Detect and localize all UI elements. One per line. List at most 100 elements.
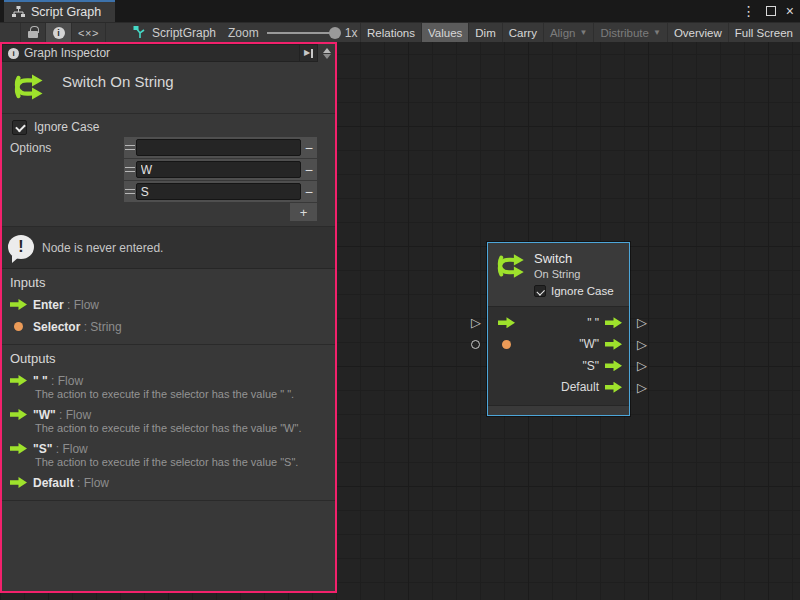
- inspector-toggle-button[interactable]: i: [46, 23, 72, 42]
- graph-canvas[interactable]: Switch On String Ignore Case ▷" "▷"W"▷"S…: [0, 42, 800, 600]
- outer-flow-connector-icon[interactable]: ▷: [637, 359, 647, 372]
- view-buttons: RelationsValuesDimCarryAlign▼Distribute▼…: [360, 23, 799, 42]
- toolbar-button-distribute[interactable]: Distribute▼: [593, 23, 667, 42]
- remove-option-button[interactable]: −: [301, 137, 317, 158]
- dropdown-arrow-icon: ▼: [653, 28, 661, 37]
- window-close-icon[interactable]: ×: [786, 3, 794, 19]
- value-port-icon: [14, 322, 23, 331]
- window-tab-bar: Script Graph ⋮ ×: [0, 0, 800, 22]
- port-type: : Flow: [48, 374, 83, 388]
- warning-icon: !: [8, 235, 35, 261]
- node-footer[interactable]: [488, 405, 629, 415]
- drag-handle[interactable]: [124, 137, 136, 158]
- info-icon: i: [53, 27, 65, 39]
- collapse-spinner[interactable]: [318, 44, 335, 62]
- drag-handle-icon: [125, 189, 135, 194]
- drag-handle[interactable]: [124, 181, 136, 202]
- port-name: Default: [33, 476, 74, 490]
- window-menu-icon[interactable]: ⋮: [742, 3, 756, 19]
- node-body: ▷" "▷"W"▷"S"▷Default▷: [488, 307, 629, 405]
- ignore-case-row[interactable]: Ignore Case: [2, 119, 335, 135]
- warning-box: ! Node is never entered.: [2, 227, 335, 269]
- dropdown-arrow-icon: ▼: [579, 28, 587, 37]
- value-input-port-icon[interactable]: [502, 340, 511, 349]
- switch-icon: [497, 251, 527, 297]
- dock-button[interactable]: ▶: [300, 44, 318, 62]
- flow-port-icon: [10, 299, 27, 310]
- add-option-button[interactable]: +: [290, 203, 317, 221]
- toolbar-button-full-screen[interactable]: Full Screen: [728, 23, 799, 42]
- remove-option-button[interactable]: −: [301, 181, 317, 202]
- toolbar-button-relations[interactable]: Relations: [360, 23, 421, 42]
- port-name: Enter: [33, 298, 64, 312]
- inspector-header: i Graph Inspector: [2, 44, 300, 62]
- drag-handle[interactable]: [124, 159, 136, 180]
- outputs-section: Outputs " " : FlowThe action to execute …: [2, 345, 335, 501]
- flow-output-port-icon[interactable]: [605, 382, 622, 393]
- port-name: "S": [33, 442, 52, 456]
- spinner-down-icon[interactable]: [323, 54, 331, 59]
- node-header[interactable]: Switch On String Ignore Case: [488, 243, 629, 307]
- zoom-slider-knob[interactable]: [329, 27, 341, 39]
- output-port-label: Default: [561, 380, 599, 394]
- switch-icon: [14, 71, 46, 103]
- window-maximize-icon[interactable]: [766, 6, 776, 16]
- toolbar-button-overview[interactable]: Overview: [667, 23, 728, 42]
- port-row: Enter : Flow: [2, 297, 335, 312]
- warning-text: Node is never entered.: [42, 241, 163, 255]
- port-type: : Flow: [74, 476, 109, 490]
- option-row: −: [124, 181, 317, 202]
- port-name: " ": [33, 374, 48, 388]
- toolbar-left-group: i <×>: [0, 23, 106, 42]
- inspector-header-title: Graph Inspector: [24, 46, 110, 60]
- options-row: Options −−− +: [2, 137, 335, 221]
- remove-option-button[interactable]: −: [301, 159, 317, 180]
- flow-output-port-icon[interactable]: [605, 360, 622, 371]
- lock-button[interactable]: [20, 23, 46, 42]
- outer-flow-connector-icon[interactable]: ▷: [637, 381, 647, 394]
- option-input[interactable]: [136, 161, 301, 178]
- node-port-row: Default▷: [488, 377, 629, 399]
- node-ignore-case-checkbox[interactable]: [534, 285, 546, 297]
- flow-input-port-icon[interactable]: [498, 317, 515, 328]
- code-view-button[interactable]: <×>: [72, 23, 106, 42]
- output-port-label: "S": [582, 359, 599, 373]
- outer-flow-connector-icon[interactable]: ▷: [471, 316, 481, 329]
- port-description: The action to execute if the selector ha…: [2, 456, 335, 468]
- outer-value-connector-icon[interactable]: [471, 340, 480, 349]
- toolbar-button-values[interactable]: Values: [421, 23, 468, 42]
- port-description: The action to execute if the selector ha…: [2, 388, 335, 400]
- node-port-row: ▷" "▷: [488, 312, 629, 334]
- inspector-header-row: i Graph Inspector ▶: [2, 44, 335, 62]
- output-port-label: "W": [579, 337, 599, 351]
- output-port-label: " ": [587, 316, 599, 330]
- node-title: Switch: [534, 251, 614, 266]
- options-list: −−− +: [124, 137, 317, 221]
- flow-output-port-icon[interactable]: [605, 339, 622, 350]
- tab-script-graph[interactable]: Script Graph: [4, 0, 115, 22]
- inspector-title: Switch On String: [62, 73, 174, 90]
- spinner-up-icon[interactable]: [323, 48, 331, 53]
- zoom-control: Zoom 1x: [228, 23, 357, 42]
- outer-flow-connector-icon[interactable]: ▷: [637, 316, 647, 329]
- ignore-case-checkbox[interactable]: [12, 120, 27, 135]
- port-row: "S" : Flow: [2, 441, 335, 456]
- flow-output-port-icon[interactable]: [605, 317, 622, 328]
- drag-handle-icon: [125, 167, 135, 172]
- port-description: The action to execute if the selector ha…: [2, 422, 335, 434]
- inputs-section: Inputs Enter : FlowSelector : String: [2, 269, 335, 345]
- node-ignore-case[interactable]: Ignore Case: [534, 285, 614, 297]
- toolbar-button-align[interactable]: Align▼: [543, 23, 594, 42]
- toolbar-button-carry[interactable]: Carry: [502, 23, 543, 42]
- port-type: : Flow: [52, 442, 87, 456]
- zoom-slider[interactable]: [267, 32, 337, 34]
- toolbar-button-dim[interactable]: Dim: [468, 23, 501, 42]
- graph-reference[interactable]: ScriptGraph: [133, 23, 216, 42]
- option-input[interactable]: [136, 183, 301, 200]
- outer-flow-connector-icon[interactable]: ▷: [637, 338, 647, 351]
- switch-on-string-node[interactable]: Switch On String Ignore Case ▷" "▷"W"▷"S…: [487, 242, 630, 416]
- option-input[interactable]: [136, 139, 301, 156]
- port-row: " " : Flow: [2, 373, 335, 388]
- lock-icon: [28, 31, 38, 38]
- inputs-ports: Enter : FlowSelector : String: [2, 297, 335, 334]
